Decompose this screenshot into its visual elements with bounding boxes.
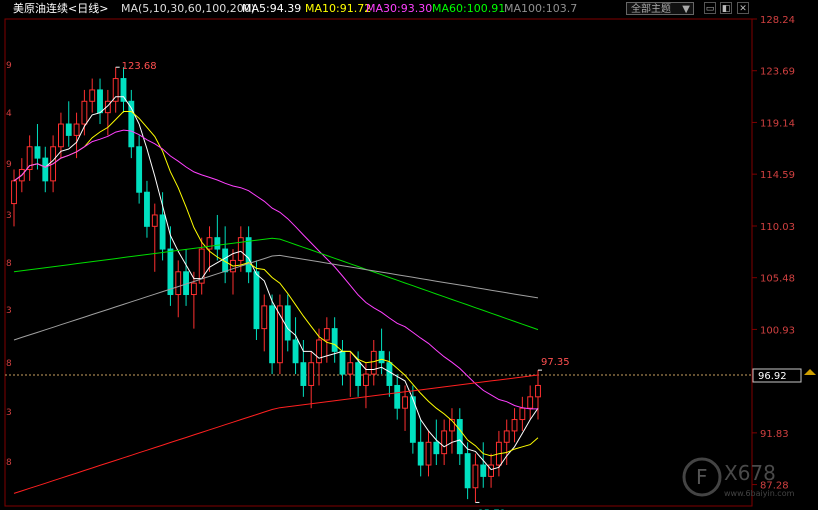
candle-body bbox=[331, 328, 338, 352]
candle-body bbox=[527, 396, 534, 409]
left-axis-fragment: 3 bbox=[6, 306, 12, 316]
candle-body bbox=[34, 146, 41, 159]
candle-body bbox=[464, 453, 471, 489]
candle-body bbox=[245, 237, 252, 273]
candle-body bbox=[441, 430, 448, 455]
last-high-label: 97.35 bbox=[541, 357, 570, 368]
candle-body bbox=[472, 464, 479, 489]
y-tick-label: 91.83 bbox=[760, 429, 789, 440]
candle-body bbox=[89, 89, 96, 102]
candle-body bbox=[535, 384, 541, 398]
candle-body bbox=[425, 441, 432, 466]
ma30-line bbox=[13, 129, 538, 410]
candle-body bbox=[214, 237, 221, 250]
chart-window: 128.24 123.69 119.14 114.59 110.03 105.48 100.… bbox=[0, 0, 818, 510]
candle-body bbox=[519, 407, 526, 421]
candle-body bbox=[363, 373, 369, 386]
chart-header: 美原油连续<日线> MA(5,10,30,60,100,200) MA5:94.… bbox=[0, 0, 818, 18]
restore-icon[interactable]: ◧ bbox=[720, 2, 732, 14]
candle-body bbox=[347, 362, 354, 375]
chart-title: 美原油连续<日线> bbox=[13, 2, 109, 15]
candle-body bbox=[339, 350, 346, 375]
theme-dropdown-label: 全部主题 bbox=[631, 4, 671, 15]
candle-body bbox=[175, 271, 182, 296]
candle-body bbox=[323, 328, 330, 341]
ma5-value: MA5:94.39 bbox=[242, 2, 302, 15]
ma10-line bbox=[13, 111, 539, 457]
theme-dropdown[interactable]: 全部主题 ▼ bbox=[626, 2, 694, 15]
y-tick-label: 110.03 bbox=[760, 222, 795, 233]
svg-text:www.6baiyin.com: www.6baiyin.com bbox=[724, 489, 795, 498]
y-tick-label: 105.48 bbox=[760, 274, 795, 285]
candle-body bbox=[417, 441, 424, 466]
candle-body bbox=[503, 430, 510, 443]
candle-body bbox=[456, 419, 463, 455]
candle-body bbox=[402, 396, 408, 409]
candle-body bbox=[292, 339, 299, 364]
candle-body bbox=[378, 350, 385, 364]
candle-body bbox=[42, 157, 49, 182]
candle-body bbox=[73, 123, 80, 136]
candle-body bbox=[120, 78, 127, 102]
svg-text:F: F bbox=[696, 465, 708, 489]
candle-body bbox=[386, 362, 393, 386]
left-axis-fragment: 8 bbox=[6, 458, 12, 468]
y-tick-label: 123.69 bbox=[760, 67, 795, 78]
candle-body bbox=[58, 123, 64, 148]
site-watermark-logo: F X678 www.6baiyin.com bbox=[682, 457, 795, 498]
candle-body bbox=[355, 362, 362, 386]
high-label: 123.68 bbox=[122, 61, 157, 72]
ma-params-label: MA(5,10,30,60,100,200) bbox=[121, 2, 256, 15]
candle-body bbox=[511, 419, 518, 432]
candle-body bbox=[151, 214, 158, 227]
ma30-value: MA30:93.30 bbox=[366, 2, 433, 15]
candle-body bbox=[159, 214, 166, 250]
candle-body bbox=[206, 237, 213, 250]
ma60-value: MA60:100.91 bbox=[432, 2, 506, 15]
ma100-value: MA100:103.7 bbox=[504, 2, 578, 15]
candlestick-chart[interactable]: 128.24123.69119.14114.59110.03105.48100.… bbox=[0, 0, 818, 510]
candle-body bbox=[136, 146, 143, 193]
price-marker-icon bbox=[804, 369, 816, 375]
candle-body bbox=[112, 78, 119, 102]
candle-body bbox=[97, 89, 103, 114]
left-axis-fragment: 3 bbox=[6, 408, 12, 418]
candle-body bbox=[316, 339, 322, 364]
candle-body bbox=[144, 191, 150, 227]
candle-body bbox=[433, 441, 440, 455]
ma10-value: MA10:91.72 bbox=[305, 2, 372, 15]
candle-body bbox=[65, 123, 72, 136]
candle-body bbox=[269, 305, 276, 364]
y-tick-label: 119.14 bbox=[760, 118, 795, 129]
left-axis-fragment: 3 bbox=[6, 211, 12, 221]
candle-body bbox=[370, 350, 377, 375]
left-axis-fragment: 8 bbox=[6, 359, 12, 369]
close-icon[interactable]: ✕ bbox=[737, 2, 749, 14]
candle-body bbox=[167, 248, 174, 296]
current-price-label: 96.92 bbox=[758, 371, 787, 382]
candle-body bbox=[300, 362, 307, 386]
candle-body bbox=[394, 384, 401, 409]
left-axis-fragment: 9 bbox=[6, 160, 12, 170]
candle-body bbox=[308, 362, 315, 386]
left-axis-fragment: 8 bbox=[6, 259, 12, 269]
candle-body bbox=[253, 271, 260, 330]
candle-body bbox=[261, 305, 268, 330]
candle-body bbox=[284, 305, 291, 341]
y-tick-label: 100.93 bbox=[760, 325, 795, 336]
candle-body bbox=[11, 180, 17, 205]
candle-body bbox=[81, 100, 88, 125]
y-tick-label: 114.59 bbox=[760, 170, 795, 181]
ma100-line bbox=[13, 254, 539, 341]
candle-body bbox=[488, 464, 494, 477]
candle-body bbox=[480, 464, 487, 477]
chevron-down-icon: ▼ bbox=[682, 4, 690, 15]
left-axis-fragment: 9 bbox=[6, 61, 12, 71]
svg-text:X678: X678 bbox=[724, 461, 776, 485]
left-axis-fragment: 4 bbox=[6, 109, 12, 119]
ma60-line bbox=[13, 237, 539, 331]
candle-body bbox=[190, 282, 197, 296]
candle-body bbox=[237, 237, 244, 261]
minimize-icon[interactable]: ▭ bbox=[704, 2, 716, 14]
